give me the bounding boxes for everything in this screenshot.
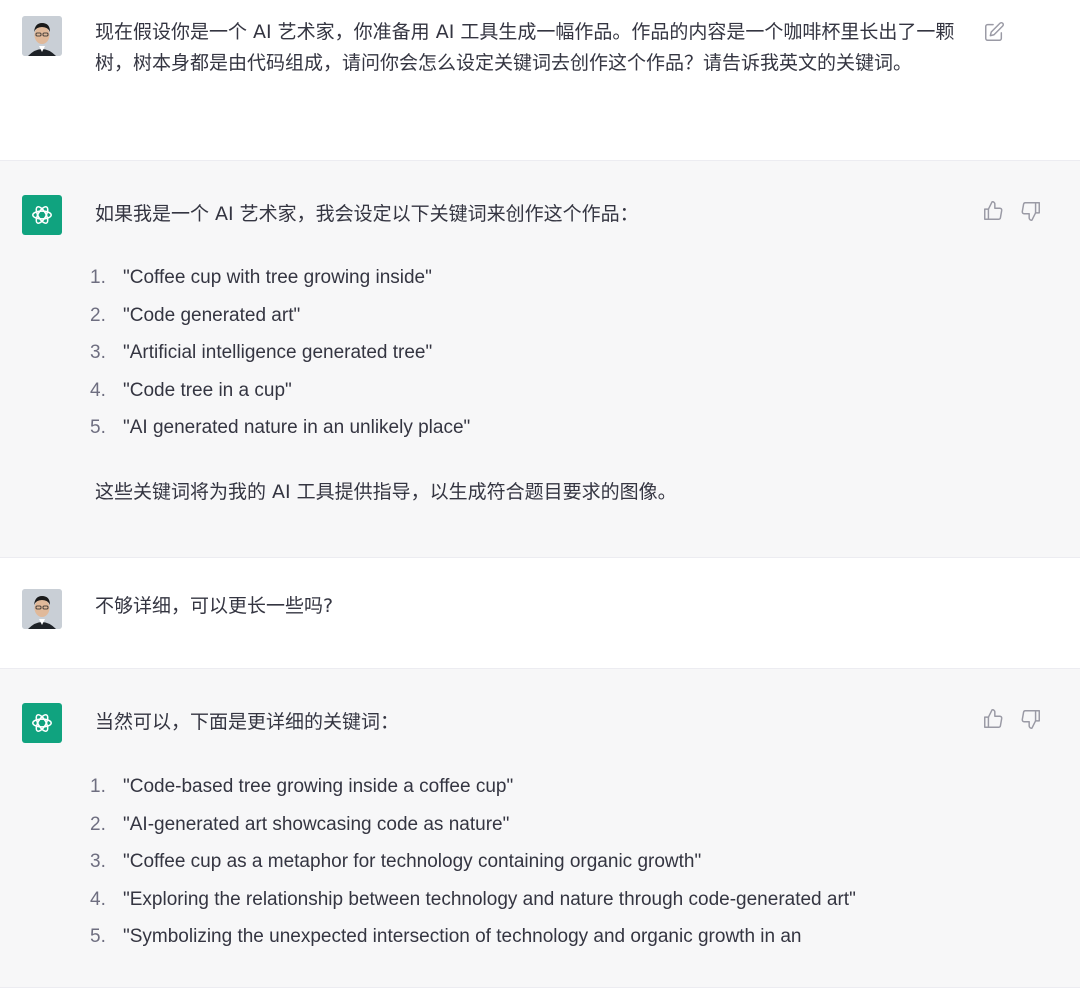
user-message-text: 现在假设你是一个 AI 艺术家，你准备用 AI 工具生成一幅作品。作品的内容是一… — [95, 17, 955, 79]
list-item: 4. "Exploring the relationship between te… — [90, 881, 950, 919]
assistant-intro: 如果我是一个 AI 艺术家，我会设定以下关键词来创作这个作品： — [95, 199, 955, 230]
thumbs-down-button[interactable] — [1019, 199, 1043, 223]
edit-icon — [985, 22, 1004, 41]
intro-text: 如果我是一个 AI 艺术家，我会设定以下关键词来创作这个作品： — [95, 203, 639, 225]
list-number: 5. — [90, 417, 106, 438]
list-item: 1. "Code-based tree growing inside a coff… — [90, 768, 950, 806]
list-item: 4. "Code tree in a cup" — [90, 372, 950, 410]
thumbs-down-icon — [1021, 710, 1040, 729]
thumbs-up-icon — [984, 709, 1003, 728]
list-number: 1. — [90, 776, 106, 797]
list-item-text: "AI-generated art showcasing code as nat… — [123, 813, 510, 835]
list-item: 5. "AI generated nature in an unlikely pl… — [90, 409, 950, 447]
assistant-avatar — [22, 195, 62, 235]
list-number: 4. — [90, 888, 106, 910]
list-number: 4. — [90, 379, 106, 401]
message-user-1: 现在假设你是一个 AI 艺术家，你准备用 AI 工具生成一幅作品。作品的内容是一… — [0, 0, 1080, 160]
thumbs-down-button[interactable] — [1019, 707, 1043, 731]
thumbs-up-button[interactable] — [981, 199, 1005, 223]
list-number: 1. — [90, 267, 106, 288]
list-item: 3. "Coffee cup as a metaphor for technolo… — [90, 843, 950, 881]
list-number: 2. — [90, 304, 106, 326]
message-assistant-2: 当然可以，下面是更详细的关键词： 1. "Code-based tree grow… — [0, 668, 1080, 988]
outro-text: 这些关键词将为我的 AI 工具提供指导，以生成符合题目要求的图像。 — [95, 481, 677, 503]
list-item-text: "Artificial intelligence generated tree" — [123, 342, 433, 363]
list-item-text: "Symbolizing the unexpected intersection… — [123, 926, 802, 947]
list-number: 3. — [90, 851, 106, 872]
list-item-text: "AI generated nature in an unlikely plac… — [123, 417, 471, 438]
assistant-avatar — [22, 703, 62, 743]
message-assistant-1: 如果我是一个 AI 艺术家，我会设定以下关键词来创作这个作品： 1. "Coffe… — [0, 160, 1080, 558]
openai-logo-icon — [32, 714, 52, 732]
openai-logo-icon — [32, 206, 52, 224]
assistant-outro: 这些关键词将为我的 AI 工具提供指导，以生成符合题目要求的图像。 — [95, 477, 955, 508]
edit-button[interactable] — [982, 20, 1006, 44]
list-number: 3. — [90, 342, 106, 363]
list-item-text: "Exploring the relationship between tech… — [123, 888, 856, 910]
thumbs-down-icon — [1021, 202, 1040, 221]
list-item-text: "Code-based tree growing inside a coffee… — [123, 776, 514, 797]
list-item-text: "Coffee cup with tree growing inside" — [123, 267, 432, 288]
thumbs-up-button[interactable] — [981, 707, 1005, 731]
intro-text: 当然可以，下面是更详细的关键词： — [95, 711, 400, 733]
list-number: 2. — [90, 813, 106, 835]
user-message-text: 不够详细，可以更长一些吗? — [95, 591, 955, 622]
message-user-2: 不够详细，可以更长一些吗? — [0, 558, 1080, 668]
message-text: 不够详细，可以更长一些吗? — [95, 595, 334, 617]
list-item: 5. "Symbolizing the unexpected intersecti… — [90, 918, 950, 956]
message-text: 现在假设你是一个 AI 艺术家，你准备用 AI 工具生成一幅作品。作品的内容是一… — [95, 21, 955, 74]
keyword-list: 1. "Coffee cup with tree growing inside" … — [90, 259, 950, 447]
keyword-list: 1. "Code-based tree growing inside a coff… — [90, 768, 950, 956]
user-avatar — [22, 589, 62, 629]
list-item: 2. "Code generated art" — [90, 297, 950, 335]
thumbs-up-icon — [984, 201, 1003, 220]
list-number: 5. — [90, 926, 106, 947]
list-item-text: "Coffee cup as a metaphor for technology… — [123, 851, 702, 872]
list-item: 3. "Artificial intelligence generated tre… — [90, 334, 950, 372]
list-item-text: "Code generated art" — [123, 304, 301, 326]
list-item: 2. "AI-generated art showcasing code as n… — [90, 806, 950, 844]
user-avatar — [22, 16, 62, 56]
assistant-intro: 当然可以，下面是更详细的关键词： — [95, 707, 955, 738]
list-item-text: "Code tree in a cup" — [123, 379, 292, 401]
list-item: 1. "Coffee cup with tree growing inside" — [90, 259, 950, 297]
